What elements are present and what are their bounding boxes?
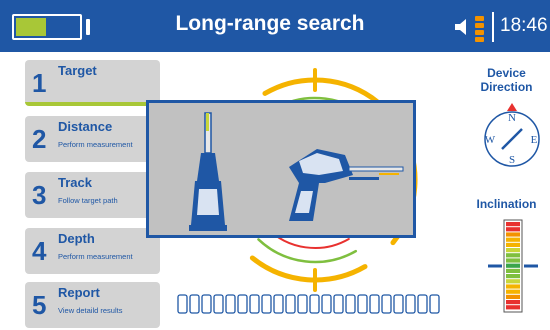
compass-east: E	[531, 134, 538, 146]
page-title: Long-range search	[175, 12, 365, 35]
progress-segment	[369, 294, 380, 314]
inclination-segment	[506, 253, 520, 258]
compass-south: S	[509, 154, 515, 166]
inclination-segment	[506, 268, 520, 273]
progress-segment	[249, 294, 260, 314]
compass-north-marker	[507, 103, 517, 111]
header-divider	[492, 12, 494, 42]
inclination-segment	[506, 222, 520, 227]
battery-level-fill	[16, 18, 46, 36]
menu-item-number: 2	[32, 124, 47, 154]
progress-segment	[273, 294, 284, 314]
inclination-segment	[506, 294, 520, 299]
battery-icon	[12, 14, 82, 40]
progress-segment	[261, 294, 272, 314]
menu-item-target[interactable]: 1 Target	[25, 60, 160, 106]
progress-segment	[213, 294, 224, 314]
menu-item-subtitle: Perform measurement	[58, 140, 133, 149]
progress-segment	[393, 294, 404, 314]
menu-item-title: Report	[58, 285, 100, 300]
progress-bar	[177, 294, 440, 314]
menu-item-subtitle: View detaild results	[58, 306, 123, 315]
speaker-icon[interactable]	[453, 16, 475, 38]
battery-terminal	[86, 19, 90, 35]
signal-icon	[475, 16, 484, 42]
upright-device-illustration	[189, 112, 227, 231]
menu-item-title: Distance	[58, 119, 113, 134]
inclination-segment	[506, 274, 520, 279]
menu-item-title: Track	[58, 175, 92, 190]
menu-item-subtitle: Perform measurement	[58, 252, 133, 261]
device-illustrations	[189, 112, 404, 231]
inclination-segment	[506, 237, 520, 242]
menu-item-number: 1	[32, 68, 47, 98]
compass-needle	[501, 128, 523, 150]
progress-segment	[309, 294, 320, 314]
progress-segment	[417, 294, 428, 314]
progress-segment	[285, 294, 296, 314]
progress-segment	[429, 294, 440, 314]
menu-item-distance[interactable]: 2 Distance Perform measurement	[25, 116, 160, 162]
menu-item-title: Target	[58, 63, 97, 78]
signal-bar	[475, 16, 484, 21]
menu-item-number: 3	[32, 180, 47, 210]
progress-segment	[405, 294, 416, 314]
inclination-segment	[506, 248, 520, 253]
menu-item-report[interactable]: 5 Report View detaild results	[25, 282, 160, 328]
inclination-segment	[506, 305, 520, 310]
progress-segment	[189, 294, 200, 314]
device-illustration-panel	[146, 100, 416, 238]
progress-segment	[381, 294, 392, 314]
progress-segment	[333, 294, 344, 314]
menu-item-subtitle: Follow target path	[58, 196, 118, 205]
menu-item-number: 5	[32, 290, 47, 320]
menu-item-number: 4	[32, 236, 47, 266]
progress-segment	[237, 294, 248, 314]
clock: 18:46	[500, 15, 548, 36]
inclination-segment	[506, 279, 520, 284]
progress-segment	[177, 294, 188, 314]
menu-item-title: Depth	[58, 231, 95, 246]
progress-segment	[321, 294, 332, 314]
progress-segment	[201, 294, 212, 314]
inclination-label: Inclination	[476, 197, 537, 211]
inclination-segment	[506, 263, 520, 268]
inclination-segment	[506, 284, 520, 289]
compass-west: W	[485, 134, 496, 146]
signal-bar	[475, 37, 484, 42]
signal-bar	[475, 23, 484, 28]
device-direction-label: Device Direction	[480, 66, 533, 94]
inclination-segment	[506, 242, 520, 247]
compass-north: N	[508, 112, 516, 124]
inclination-segment	[506, 289, 520, 294]
menu-item-track[interactable]: 3 Track Follow target path	[25, 172, 160, 218]
inclination-segment	[506, 227, 520, 232]
side-device-illustration	[289, 149, 404, 221]
menu-item-depth[interactable]: 4 Depth Perform measurement	[25, 228, 160, 274]
header-bar: Long-range search 18:46	[0, 0, 550, 52]
progress-segment	[345, 294, 356, 314]
compass: N E S W	[484, 103, 540, 167]
progress-segment	[297, 294, 308, 314]
inclination-segment	[506, 232, 520, 237]
inclination-segment	[506, 300, 520, 305]
progress-segment	[225, 294, 236, 314]
inclination-gauge	[488, 219, 538, 313]
signal-bar	[475, 30, 484, 35]
progress-segment	[357, 294, 368, 314]
inclination-segment	[506, 258, 520, 263]
